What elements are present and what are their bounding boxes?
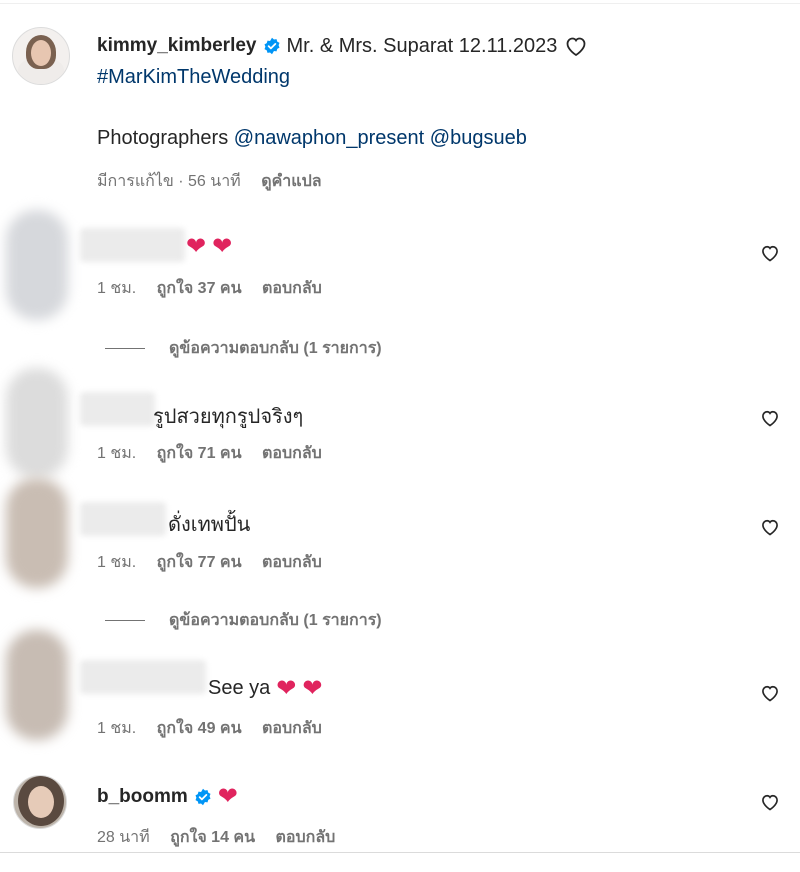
red-heart-emoji: ❤	[302, 675, 323, 702]
top-divider	[0, 3, 800, 4]
caption-hashtag[interactable]: #MarKimTheWedding	[97, 66, 290, 89]
divider-dash	[105, 348, 145, 349]
photographers-label: Photographers	[97, 127, 229, 149]
heart-outline-icon[interactable]	[760, 243, 780, 263]
comment-time: 1 ชม.	[97, 720, 137, 737]
caption-line: kimmy_kimberley Mr. & Mrs. Suparat 12.11…	[97, 34, 589, 58]
caption-username[interactable]: kimmy_kimberley	[97, 35, 257, 57]
comment-likes[interactable]: ถูกใจ 37 คน	[157, 280, 242, 297]
comment-likes[interactable]: ถูกใจ 77 คน	[157, 554, 242, 571]
blurred-username	[80, 228, 185, 262]
comment-username[interactable]: b_boomm	[97, 786, 188, 808]
comment-meta: 1 ชม. ถูกใจ 77 คน ตอบกลับ	[97, 550, 338, 575]
heart-outline-icon[interactable]	[563, 34, 589, 58]
reply-button[interactable]: ตอบกลับ	[262, 445, 322, 462]
comment-time: 1 ชม.	[97, 554, 137, 571]
caption-meta: มีการแก้ไข · 56 นาที ดูคำแปล	[97, 169, 338, 194]
bottom-divider	[0, 852, 800, 853]
red-heart-emoji: ❤	[212, 233, 233, 260]
comment-time: 1 ชม.	[97, 280, 137, 297]
view-replies-button[interactable]: ดูข้อความตอบกลับ (1 รายการ)	[105, 608, 382, 633]
comment-meta: 28 นาที ถูกใจ 14 คน ตอบกลับ	[97, 825, 351, 850]
comment-time: 28 นาที	[97, 829, 150, 846]
heart-outline-icon[interactable]	[760, 517, 780, 537]
comment-likes[interactable]: ถูกใจ 14 คน	[170, 829, 255, 846]
heart-outline-icon[interactable]	[760, 408, 780, 428]
blurred-username	[80, 392, 155, 426]
comment-line: b_boomm ❤	[97, 782, 238, 811]
avatar[interactable]	[13, 775, 67, 829]
comment-text: ❤ ❤	[186, 232, 232, 261]
verified-badge-icon	[264, 37, 279, 55]
blurred-username	[80, 502, 166, 536]
reply-button[interactable]: ตอบกลับ	[276, 829, 336, 846]
mention-link[interactable]: @bugsueb	[430, 127, 527, 149]
edited-time: มีการแก้ไข · 56 นาที	[97, 173, 241, 190]
see-translation-button[interactable]: ดูคำแปล	[261, 173, 321, 190]
blurred-username	[80, 660, 206, 694]
comment-meta: 1 ชม. ถูกใจ 37 คน ตอบกลับ	[97, 276, 338, 301]
avatar[interactable]	[6, 368, 68, 478]
caption-avatar[interactable]	[12, 27, 70, 85]
caption-text: Mr. & Mrs. Suparat 12.11.2023	[286, 34, 558, 57]
comment-likes[interactable]: ถูกใจ 49 คน	[157, 720, 242, 737]
red-heart-emoji: ❤	[276, 675, 297, 702]
mention-link[interactable]: @nawaphon_present	[234, 127, 424, 149]
avatar[interactable]	[6, 630, 68, 740]
verified-badge-icon	[195, 788, 211, 805]
comment-text: See ya ❤ ❤	[208, 674, 322, 703]
reply-button[interactable]: ตอบกลับ	[262, 554, 322, 571]
comment-text: ดั่งเทพปั้น	[168, 514, 251, 536]
comment-meta: 1 ชม. ถูกใจ 49 คน ตอบกลับ	[97, 716, 338, 741]
comment-time: 1 ชม.	[97, 445, 137, 462]
comment-meta: 1 ชม. ถูกใจ 71 คน ตอบกลับ	[97, 441, 338, 466]
heart-outline-icon[interactable]	[760, 792, 780, 812]
view-replies-label[interactable]: ดูข้อความตอบกลับ (1 รายการ)	[169, 608, 382, 633]
caption-photographers: Photographers @nawaphon_present @bugsueb	[97, 127, 527, 150]
reply-button[interactable]: ตอบกลับ	[262, 280, 322, 297]
red-heart-emoji: ❤	[217, 783, 238, 810]
avatar[interactable]	[6, 478, 68, 588]
avatar[interactable]	[6, 210, 68, 320]
reply-button[interactable]: ตอบกลับ	[262, 720, 322, 737]
comment-likes[interactable]: ถูกใจ 71 คน	[157, 445, 242, 462]
divider-dash	[105, 620, 145, 621]
view-replies-label[interactable]: ดูข้อความตอบกลับ (1 รายการ)	[169, 336, 382, 361]
heart-outline-icon[interactable]	[760, 683, 780, 703]
red-heart-emoji: ❤	[186, 233, 207, 260]
comment-text-label: See ya	[208, 677, 271, 699]
view-replies-button[interactable]: ดูข้อความตอบกลับ (1 รายการ)	[105, 336, 382, 361]
comment-text: รูปสวยทุกรูปจริงๆ	[153, 406, 304, 428]
